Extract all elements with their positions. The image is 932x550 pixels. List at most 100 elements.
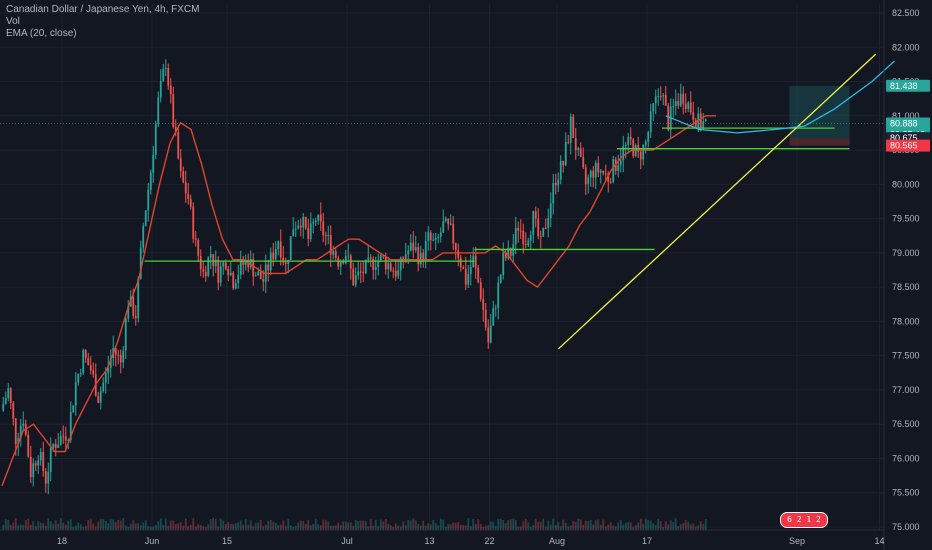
volume-bar (549, 524, 552, 530)
volume-bar (672, 522, 675, 530)
volume-bar (584, 520, 587, 530)
candle-body (199, 255, 202, 270)
candle-body (434, 237, 437, 240)
legend-ema[interactable]: EMA (20, close) (6, 28, 199, 40)
candle-body (322, 221, 325, 236)
y-tick-label: 75.000 (892, 522, 920, 532)
candle-body (152, 154, 155, 173)
volume-bar (522, 521, 525, 530)
candle-body (524, 244, 527, 246)
volume-bar (449, 524, 452, 530)
candle-body (439, 232, 442, 237)
volume-bar (597, 519, 600, 530)
candle-body (702, 121, 705, 128)
candle-body (632, 139, 635, 156)
legend-volume[interactable]: Vol (6, 16, 199, 28)
candle-body (337, 257, 340, 267)
candle-body (474, 255, 477, 268)
candle-body (522, 230, 525, 245)
volume-bar (84, 526, 87, 530)
volume-bar (294, 525, 297, 530)
volume-bar (207, 524, 210, 530)
candle-body (444, 218, 447, 221)
candle-body (407, 250, 410, 255)
candle-body (547, 218, 550, 229)
volume-bar (437, 525, 440, 530)
volume-bar (304, 524, 307, 530)
candle-body (124, 318, 127, 351)
candle-body (304, 216, 307, 229)
volume-bar (512, 518, 515, 530)
y-tick-label: 77.500 (892, 351, 920, 361)
candle-body (677, 101, 680, 106)
volume-bar (487, 525, 490, 530)
volume-bar (322, 519, 325, 530)
volume-bar (29, 524, 32, 530)
volume-bar (109, 518, 112, 530)
candle-body (589, 170, 592, 178)
volume-bar (349, 522, 352, 530)
volume-bar (249, 520, 252, 530)
volume-bar (634, 525, 637, 530)
volume-bar (334, 525, 337, 530)
events-badge[interactable]: 6 2 1 2 (780, 512, 828, 528)
volume-bar (267, 520, 270, 530)
volume-bar (454, 522, 457, 530)
volume-bar (47, 518, 50, 530)
volume-bar (172, 520, 175, 530)
volume-bar (312, 523, 315, 530)
volume-bar (49, 521, 52, 530)
volume-bar (144, 520, 147, 530)
volume-bar (609, 522, 612, 530)
candle-body (177, 132, 180, 159)
candle-body (569, 116, 572, 143)
volume-bar (92, 523, 95, 530)
candle-body (479, 282, 482, 300)
volume-bar (612, 525, 615, 530)
candle-body (272, 252, 275, 260)
candle-body (542, 227, 545, 237)
volume-bar (77, 522, 80, 530)
volume-bar (384, 518, 387, 530)
price-chart[interactable]: 82.50082.00081.50081.00080.50080.00079.5… (0, 0, 932, 550)
volume-bar (419, 525, 422, 530)
price-tag-label: 80.565 (890, 141, 918, 151)
volume-bar (179, 522, 182, 530)
candle-body (497, 282, 500, 308)
volume-bar (679, 524, 682, 530)
candle-body (237, 274, 240, 284)
legend-symbol-title[interactable]: Canadian Dollar / Japanese Yen, 4h, FXCM (6, 4, 199, 16)
volume-bar (674, 518, 677, 530)
volume-bar (259, 519, 262, 530)
candle-body (234, 283, 237, 289)
volume-bar (494, 525, 497, 530)
volume-bar (607, 524, 610, 530)
candle-body (392, 270, 395, 272)
volume-bar (187, 526, 190, 530)
volume-bar (657, 518, 660, 530)
volume-bar (682, 523, 685, 530)
volume-bar (362, 520, 365, 530)
candle-body (172, 94, 175, 127)
volume-bar (477, 519, 480, 530)
candle-body (422, 252, 425, 260)
volume-bar (212, 518, 215, 530)
volume-bar (422, 520, 425, 530)
candle-body (587, 177, 590, 185)
candle-body (104, 373, 107, 383)
volume-bar (42, 523, 45, 530)
candle-body (689, 102, 692, 113)
volume-bar (359, 520, 362, 530)
candle-body (612, 159, 615, 183)
volume-bar (472, 519, 475, 530)
volume-bar (22, 524, 25, 530)
candle-body (644, 141, 647, 145)
volume-bar (234, 523, 237, 530)
volume-bar (499, 518, 502, 530)
volume-bar (534, 518, 537, 530)
volume-bar (684, 520, 687, 530)
candle-body (619, 160, 622, 166)
volume-bar (629, 522, 632, 530)
candle-body (147, 189, 150, 211)
volume-bar (269, 519, 272, 530)
